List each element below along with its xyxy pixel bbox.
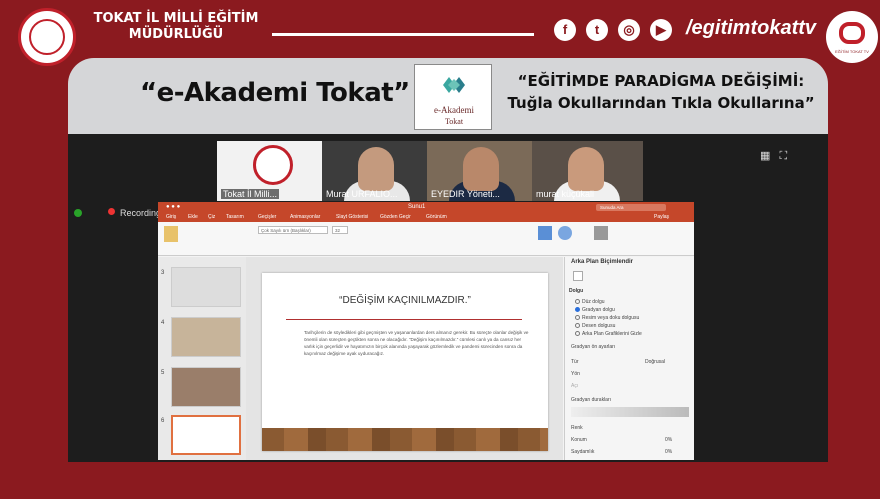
recording-indicator[interactable]: Recording bbox=[68, 202, 161, 226]
participant-tile[interactable]: murat küçükali bbox=[532, 141, 643, 201]
slide-title: “DEĞİŞİM KAÇINILMAZDIR.” bbox=[339, 295, 471, 306]
tab-home[interactable]: Giriş bbox=[166, 213, 176, 222]
security-icon bbox=[74, 209, 82, 217]
direction-label: Yön bbox=[571, 371, 580, 377]
position-field[interactable]: 0% bbox=[665, 437, 672, 443]
youtube-icon[interactable]: ▶ bbox=[650, 19, 672, 41]
wood-floor-image bbox=[262, 428, 548, 451]
type-label: Tür bbox=[571, 359, 579, 365]
ribbon-toolbar: Çok Sayılı ürn (Başlıklar) 32 bbox=[158, 222, 694, 256]
tab-view[interactable]: Görünüm bbox=[426, 213, 447, 222]
angle-label: Açı bbox=[571, 383, 579, 389]
share-button[interactable]: Paylaş bbox=[654, 213, 669, 222]
bottom-band bbox=[0, 462, 880, 499]
participant-tile[interactable]: Tokat İl Milli... bbox=[217, 141, 328, 201]
current-slide[interactable]: “DEĞİŞİM KAÇINILMAZDIR.” Tarihçilerin de… bbox=[262, 273, 548, 451]
instagram-icon[interactable]: ◎ bbox=[618, 19, 640, 41]
fill-option-pattern[interactable]: Desen dolgusu bbox=[575, 323, 615, 329]
pane-title: Arka Plan Biçimlendir bbox=[571, 259, 634, 265]
channel-handle: /egitimtokattv bbox=[686, 17, 817, 39]
twitter-icon[interactable]: t bbox=[586, 19, 608, 41]
slide-thumbnails: 3 4 5 6 bbox=[158, 257, 246, 460]
fill-option-gradient[interactable]: Gradyan dolgu bbox=[575, 307, 615, 313]
meb-logo bbox=[253, 145, 293, 185]
tab-design[interactable]: Tasarım bbox=[226, 213, 244, 222]
position-label: Konum bbox=[571, 437, 587, 443]
participant-tile[interactable]: Murat URFALIO... bbox=[322, 141, 433, 201]
org-title: TOKAT İL MİLLİ EĞİTİM MÜDÜRLÜĞÜ bbox=[93, 11, 259, 42]
slide-thumbnail[interactable] bbox=[171, 267, 241, 307]
session-topic: “EĞİTİMDE PARADİGMA DEĞİŞİMİ: Tuğla Okul… bbox=[507, 72, 815, 112]
e-akademi-emblem-icon bbox=[443, 77, 465, 93]
ribbon-tabs: Giriş Ekle Çiz Tasarım Geçişler Animasyo… bbox=[158, 213, 694, 222]
color-label: Renk bbox=[571, 425, 583, 431]
file-name: Sunu1 bbox=[408, 204, 426, 210]
slide-thumbnail[interactable] bbox=[171, 367, 241, 407]
slide-thumbnail-selected[interactable] bbox=[171, 415, 241, 455]
tab-review[interactable]: Gözden Geçir bbox=[380, 213, 411, 222]
search-input[interactable]: Sunuda Ara bbox=[596, 204, 666, 211]
slide-thumbnail[interactable] bbox=[171, 317, 241, 357]
font-name-field[interactable]: Çok Sayılı ürn (Başlıklar) bbox=[258, 226, 328, 234]
record-icon bbox=[108, 208, 115, 215]
participant-tile[interactable]: EYEDIR Yöneti... bbox=[427, 141, 538, 201]
fill-option-picture[interactable]: Resim veya doku dolgusu bbox=[575, 315, 639, 321]
slide-body: Tarihçilerin de söyledikleri gibi geçmiş… bbox=[304, 330, 529, 356]
arrange-icon[interactable] bbox=[594, 226, 608, 240]
transparency-label: Saydamlık bbox=[571, 449, 595, 455]
fill-section-header[interactable]: Dolgu bbox=[569, 288, 583, 294]
hide-background-graphics[interactable]: Arka Plan Grafiklerini Gizle bbox=[575, 331, 642, 337]
gradient-presets-label: Gradyan ön ayarları bbox=[571, 344, 616, 350]
format-background-pane: Arka Plan Biçimlendir Dolgu Düz dolgu Gr… bbox=[564, 257, 694, 460]
transparency-field[interactable]: 0% bbox=[665, 449, 672, 455]
powerpoint-window: ● ● ● Sunu1 Sunuda Ara Giriş Ekle Çiz Ta… bbox=[158, 202, 694, 460]
e-akademi-logo: e-Akademi Tokat bbox=[414, 64, 492, 130]
header-divider bbox=[272, 33, 534, 36]
paste-icon[interactable] bbox=[164, 226, 178, 242]
program-title: “e-Akademi Tokat” bbox=[140, 78, 410, 108]
window-controls[interactable]: ● ● ● bbox=[166, 202, 180, 213]
picture-icon[interactable] bbox=[538, 226, 552, 240]
tab-slideshow[interactable]: Slayt Gösterisi bbox=[336, 213, 368, 222]
tab-draw[interactable]: Çiz bbox=[208, 213, 215, 222]
ppt-title-bar: ● ● ● Sunu1 Sunuda Ara bbox=[158, 202, 694, 213]
tab-insert[interactable]: Ekle bbox=[188, 213, 198, 222]
facebook-icon[interactable]: f bbox=[554, 19, 576, 41]
shapes-icon[interactable] bbox=[558, 226, 572, 240]
slide-editor: “DEĞİŞİM KAÇINILMAZDIR.” Tarihçilerin de… bbox=[246, 257, 563, 460]
tab-transitions[interactable]: Geçişler bbox=[258, 213, 276, 222]
meb-logo bbox=[18, 8, 76, 66]
title-underline bbox=[286, 319, 522, 320]
font-size-field[interactable]: 32 bbox=[332, 226, 348, 234]
type-select[interactable]: Doğrusal bbox=[645, 359, 665, 365]
egitim-tokat-tv-logo: EĞİTİM TOKAT TV bbox=[826, 11, 878, 63]
tab-animations[interactable]: Animasyonlar bbox=[290, 213, 320, 222]
view-controls[interactable]: ▦ ⛶ bbox=[760, 149, 787, 163]
fill-option-solid[interactable]: Düz dolgu bbox=[575, 299, 605, 305]
gradient-stops-label: Gradyan durakları bbox=[571, 397, 612, 403]
gradient-stops-slider[interactable] bbox=[571, 407, 689, 417]
fill-bucket-icon[interactable] bbox=[573, 271, 583, 281]
